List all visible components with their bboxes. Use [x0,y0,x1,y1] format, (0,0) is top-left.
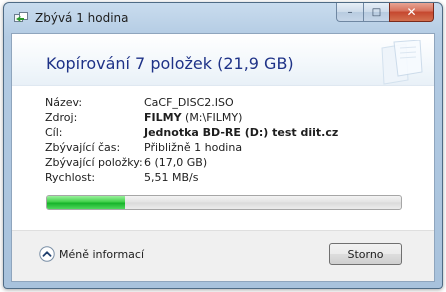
source-path: (M:\FILMY) [181,111,243,124]
operation-heading: Kopírování 7 položek (21,9 GB) [46,54,294,73]
speed-value: 5,51 MB/s [144,171,199,184]
items-remaining-value: 6 (17,0 GB) [144,156,208,169]
detail-row-speed: Rychlost: 5,51 MB/s [45,171,424,185]
cancel-button-label: Storno [347,247,384,261]
name-value: CaCF_DISC2.ISO [144,96,234,109]
progress-fill [47,196,125,209]
close-icon: ✕ [406,5,417,19]
source-label: Zdroj: [45,111,78,124]
name-label: Název: [45,96,83,109]
detail-row-name: Název: CaCF_DISC2.ISO [45,96,424,110]
maximize-button[interactable]: □ [363,3,389,22]
caption-buttons: – □ ✕ [336,3,434,23]
minimize-button[interactable]: – [336,3,363,22]
detail-row-target: Cíl: Jednotka BD-RE (D:) test diit.cz [45,126,424,140]
fewer-details-button[interactable]: Méně informací [39,244,144,264]
time-remaining-value: Přibližně 1 hodina [144,141,243,154]
detail-row-time: Zbývající čas: Přibližně 1 hodina [45,141,424,155]
detail-row-source: Zdroj: FILMY (M:\FILMY) [45,111,424,125]
decorative-files-graphic [381,40,423,85]
items-remaining-label: Zbývající položky: [45,156,143,169]
speed-label: Rychlost: [45,171,96,184]
title-bar[interactable]: Zbývá 1 hodina – □ ✕ [4,3,442,33]
maximize-icon: □ [371,6,382,18]
dialog-content: Kopírování 7 položek (21,9 GB) Název: Ca… [11,33,435,282]
copy-icon [14,12,28,22]
chevron-up-icon [39,246,55,262]
transfer-details: Název: CaCF_DISC2.ISO Zdroj: FILMY (M:\F… [45,96,424,186]
detail-row-items: Zbývající položky: 6 (17,0 GB) [45,156,424,170]
target-value[interactable]: Jednotka BD-RE (D:) test diit.cz [144,126,338,140]
time-remaining-label: Zbývající čas: [45,141,121,154]
dialog-footer: Méně informací Storno [12,230,434,281]
target-name: Jednotka BD-RE (D:) test diit.cz [144,126,339,139]
fewer-details-label: Méně informací [59,247,145,261]
cancel-button[interactable]: Storno [329,243,402,265]
source-folder-name: FILMY [144,111,182,124]
window-title: Zbývá 1 hodina [35,11,129,25]
copy-progress-bar [46,195,402,210]
target-label: Cíl: [45,126,63,139]
minimize-icon: – [347,6,353,18]
close-button[interactable]: ✕ [389,3,434,22]
copy-dialog-window: Zbývá 1 hodina – □ ✕ Kopírování 7 polože… [3,2,443,289]
header-band: Kopírování 7 položek (21,9 GB) [12,34,434,86]
source-value[interactable]: FILMY (M:\FILMY) [144,111,242,125]
